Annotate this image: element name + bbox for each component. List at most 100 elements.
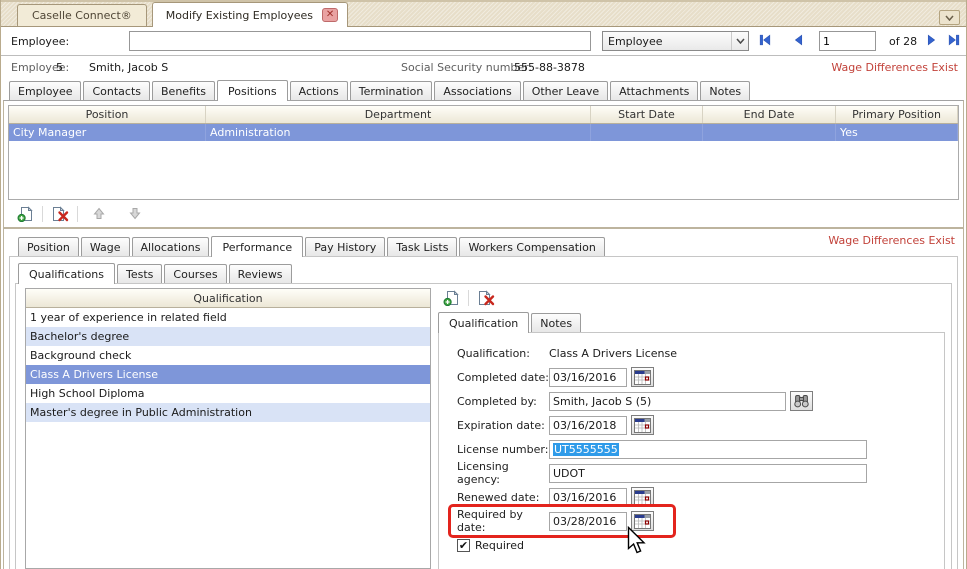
- main-tab-bar: Employee Contacts Benefits Positions Act…: [1, 79, 966, 100]
- tab-pay-history[interactable]: Pay History: [305, 237, 385, 256]
- close-tab-icon[interactable]: ✕: [322, 8, 338, 22]
- tab-benefits[interactable]: Benefits: [152, 81, 215, 100]
- completed-by-field[interactable]: Smith, Jacob S (5): [549, 392, 786, 411]
- record-count-label: of 28: [889, 35, 917, 48]
- column-header-start-date[interactable]: Start Date: [591, 106, 703, 123]
- tab-workers-compensation[interactable]: Workers Compensation: [459, 237, 604, 256]
- tab-attachments[interactable]: Attachments: [610, 81, 698, 100]
- list-item[interactable]: Background check: [26, 346, 430, 365]
- tab-other-leave[interactable]: Other Leave: [523, 81, 608, 100]
- list-item[interactable]: 1 year of experience in related field: [26, 308, 430, 327]
- qualification-row: Qualification: Class A Drivers License: [457, 343, 944, 363]
- qualification-form: Qualification: Class A Drivers License C…: [438, 332, 945, 569]
- expiration-date-calendar-button[interactable]: [631, 415, 654, 435]
- add-qualification-button[interactable]: [440, 289, 462, 308]
- move-up-button[interactable]: [88, 204, 110, 223]
- licensing-agency-label: Licensing agency:: [457, 460, 549, 486]
- positions-toolbar: [8, 200, 959, 227]
- next-record-button[interactable]: [925, 33, 939, 47]
- required-by-date-row: Required by date: 03/28/2016: [457, 511, 944, 531]
- cell-primary-position: Yes: [836, 124, 958, 141]
- add-position-button[interactable]: [14, 204, 36, 223]
- new-record-icon: [443, 290, 460, 306]
- toolbar-separator: [42, 206, 43, 222]
- tab-list-dropdown-button[interactable]: [939, 10, 960, 25]
- performance-tab-bar: Qualifications Tests Courses Reviews: [10, 261, 957, 283]
- completed-date-calendar-button[interactable]: [631, 367, 654, 387]
- move-down-button[interactable]: [124, 204, 146, 223]
- cell-end-date: [703, 124, 836, 141]
- list-item[interactable]: Master's degree in Public Administration: [26, 403, 430, 422]
- column-header-primary-position[interactable]: Primary Position: [836, 106, 958, 123]
- toolbar-separator: [77, 206, 78, 222]
- cell-department: Administration: [206, 124, 591, 141]
- column-header-position[interactable]: Position: [9, 106, 206, 123]
- first-record-button[interactable]: [758, 33, 772, 47]
- delete-qualification-button[interactable]: [475, 289, 497, 308]
- last-record-button[interactable]: [947, 33, 961, 47]
- tab-employee[interactable]: Employee: [9, 81, 81, 100]
- renewed-date-calendar-button[interactable]: [631, 487, 654, 507]
- list-item[interactable]: Bachelor's degree: [26, 327, 430, 346]
- calendar-icon: [634, 418, 651, 433]
- table-row[interactable]: City Manager Administration Yes: [9, 124, 958, 141]
- required-by-date-field[interactable]: 03/28/2016: [549, 512, 627, 531]
- tab-task-lists[interactable]: Task Lists: [387, 237, 457, 256]
- tab-courses[interactable]: Courses: [164, 264, 226, 283]
- completed-date-field[interactable]: 03/16/2016: [549, 368, 627, 387]
- delete-record-icon: [51, 206, 69, 222]
- qualification-list-header[interactable]: Qualification: [26, 289, 430, 308]
- tab-associations[interactable]: Associations: [434, 81, 520, 100]
- expiration-date-row: Expiration date: 03/16/2018: [457, 415, 944, 435]
- renewed-date-label: Renewed date:: [457, 491, 549, 504]
- tab-modify-existing-employees[interactable]: Modify Existing Employees ✕: [152, 2, 348, 27]
- tab-notes[interactable]: Notes: [700, 81, 750, 100]
- delete-record-icon: [477, 290, 495, 306]
- license-number-row: License number: UT5555555: [457, 439, 944, 459]
- cell-position: City Manager: [9, 124, 206, 141]
- expiration-date-field[interactable]: 03/16/2018: [549, 416, 627, 435]
- renewed-date-field[interactable]: 03/16/2016: [549, 488, 627, 507]
- previous-record-button[interactable]: [791, 33, 805, 47]
- license-number-field[interactable]: UT5555555: [549, 440, 867, 459]
- positions-grid: Position Department Start Date End Date …: [8, 105, 959, 200]
- tab-termination[interactable]: Termination: [350, 81, 433, 100]
- tab-wage[interactable]: Wage: [81, 237, 130, 256]
- search-by-dropdown-value: Employee: [603, 35, 731, 48]
- tab-actions[interactable]: Actions: [290, 81, 348, 100]
- list-item[interactable]: High School Diploma: [26, 384, 430, 403]
- tab-allocations[interactable]: Allocations: [132, 237, 210, 256]
- delete-position-button[interactable]: [49, 204, 71, 223]
- column-header-department[interactable]: Department: [206, 106, 591, 123]
- tab-caselle-connect-label: Caselle Connect®: [32, 9, 132, 22]
- tab-reviews[interactable]: Reviews: [229, 264, 292, 283]
- column-header-end-date[interactable]: End Date: [703, 106, 836, 123]
- tab-positions[interactable]: Positions: [217, 80, 288, 101]
- tab-position[interactable]: Position: [18, 237, 79, 256]
- chevron-down-icon[interactable]: [731, 32, 748, 50]
- employee-search-input[interactable]: [129, 31, 591, 51]
- tab-qualification-detail[interactable]: Qualification: [438, 312, 529, 333]
- completed-by-lookup-button[interactable]: [790, 391, 813, 411]
- licensing-agency-field[interactable]: UDOT: [549, 464, 867, 483]
- qualification-value: Class A Drivers License: [549, 347, 677, 360]
- required-by-date-calendar-button[interactable]: [631, 511, 654, 531]
- tab-qualifications[interactable]: Qualifications: [18, 263, 115, 284]
- ssn-label: Social Security number:: [401, 61, 532, 74]
- renewed-date-row: Renewed date: 03/16/2016: [457, 487, 944, 507]
- qualification-detail-pane: Qualification Notes Qualification: Class…: [438, 288, 945, 569]
- tab-caselle-connect[interactable]: Caselle Connect®: [17, 4, 147, 26]
- search-by-dropdown[interactable]: Employee: [602, 31, 749, 51]
- record-number-input[interactable]: [819, 31, 876, 51]
- employee-lookup-bar: Employee: Employee of 28: [1, 27, 966, 56]
- completed-date-label: Completed date:: [457, 371, 549, 384]
- tab-notes-detail[interactable]: Notes: [531, 313, 581, 332]
- positions-panel: Position Department Start Date End Date …: [3, 100, 964, 228]
- list-item-selected[interactable]: Class A Drivers License: [26, 365, 430, 384]
- required-checkbox[interactable]: ✔: [457, 539, 470, 552]
- qualification-toolbar: [438, 288, 945, 308]
- tab-performance[interactable]: Performance: [211, 236, 303, 257]
- tab-contacts[interactable]: Contacts: [83, 81, 150, 100]
- tab-tests[interactable]: Tests: [117, 264, 162, 283]
- required-by-date-label: Required by date:: [457, 508, 549, 534]
